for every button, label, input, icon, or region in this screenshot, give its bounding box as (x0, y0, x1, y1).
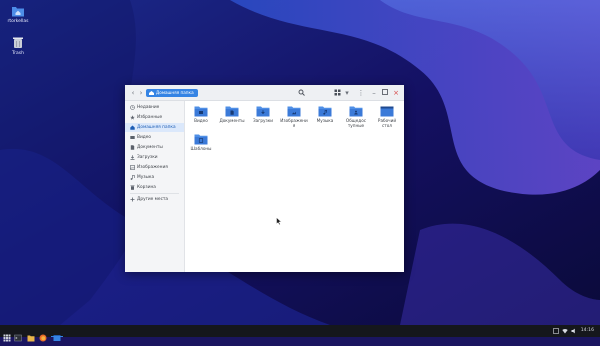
folder-label: Музыка (316, 118, 334, 123)
desktop-icon-label: rtorkellas (7, 19, 29, 24)
video-folder-icon (194, 106, 208, 117)
folder-label: Общедоступные (345, 118, 367, 128)
folder-label: Рабочий стол (377, 118, 397, 128)
desktop-icon-trash[interactable]: Trash (0, 36, 36, 56)
sidebar-item-downloads[interactable]: Загрузки (125, 153, 184, 162)
folder-label: Изображени я (280, 118, 308, 128)
document-icon (130, 145, 135, 150)
taskbar-firefox[interactable] (39, 327, 47, 342)
breadcrumb-home[interactable]: Домашняя папка (146, 89, 198, 97)
view-options-button[interactable]: ▾ (343, 89, 351, 97)
breadcrumb-label: Домашняя папка (156, 90, 194, 95)
taskbar-window-file-manager[interactable] (53, 327, 61, 341)
folder-desktop[interactable]: Рабочий стол (372, 105, 402, 128)
sidebar-item-label: Загрузки (137, 155, 158, 160)
maximize-button[interactable] (381, 89, 389, 97)
template-folder-icon (194, 134, 208, 145)
desktop-icon-home[interactable]: rtorkellas (0, 4, 36, 24)
files-icon (27, 335, 35, 342)
sidebar-item-label: Музыка (137, 175, 155, 180)
app-menu-button[interactable] (3, 327, 11, 342)
image-folder-icon (287, 106, 301, 117)
folder-label: Видео (194, 118, 208, 123)
folder-videos[interactable]: Видео (186, 105, 216, 123)
sidebar-item-videos[interactable]: Видео (125, 133, 184, 142)
window-titlebar[interactable]: ‹ › Домашняя папка ▾ ⋮ – × (125, 85, 404, 101)
taskbar-files[interactable] (27, 327, 35, 342)
folder-label: Шаблоны (190, 146, 212, 151)
mouse-pointer (276, 217, 282, 225)
home-icon (149, 91, 154, 95)
sidebar-item-home[interactable]: Домашняя папка (125, 123, 184, 132)
folder-pictures[interactable]: Изображени я (279, 105, 309, 128)
notification-icon[interactable] (553, 328, 559, 334)
folder-public[interactable]: Общедоступные (341, 105, 371, 128)
sidebar-item-music[interactable]: Музыка (125, 173, 184, 182)
grid-view-icon (334, 89, 340, 96)
minimize-button[interactable]: – (370, 89, 378, 97)
trash-icon (130, 185, 135, 190)
sidebar-item-label: Недавние (137, 105, 160, 110)
terminal-icon (14, 334, 22, 342)
search-icon (298, 89, 305, 96)
sidebar-item-pictures[interactable]: Изображения (125, 163, 184, 172)
view-toggle-button[interactable] (333, 89, 341, 97)
sidebar-item-favorites[interactable]: Избранные (125, 113, 184, 122)
folder-documents[interactable]: Документы (217, 105, 247, 123)
download-folder-icon (256, 106, 270, 117)
sidebar-item-label: Избранные (137, 115, 163, 120)
sidebar-item-trash[interactable]: Корзина (125, 183, 184, 192)
network-icon[interactable] (562, 328, 568, 334)
file-manager-window: ‹ › Домашняя папка ▾ ⋮ – × Недавние Избр… (125, 85, 404, 272)
music-icon (130, 175, 135, 180)
folder-downloads[interactable]: Загрузки (248, 105, 278, 123)
taskbar: 14:16 (0, 325, 600, 342)
app-grid-icon (3, 334, 11, 342)
sidebar-item-label: Корзина (137, 185, 156, 190)
sidebar-item-label: Домашняя папка (137, 125, 176, 130)
sidebar-item-label: Изображения (137, 165, 168, 170)
star-icon (130, 115, 135, 120)
home-folder-icon (12, 7, 24, 17)
sidebar-item-recent[interactable]: Недавние (125, 103, 184, 112)
document-folder-icon (225, 106, 239, 117)
sidebar-item-label: Документы (137, 145, 163, 150)
trash-icon (13, 37, 23, 48)
video-icon (130, 136, 135, 139)
places-sidebar: Недавние Избранные Домашняя папка Видео … (125, 101, 185, 272)
volume-icon[interactable] (571, 328, 577, 334)
folder-label: Документы (219, 118, 245, 123)
desktop-folder-icon (380, 106, 394, 117)
sidebar-item-label: Другие места (137, 197, 169, 202)
share-folder-icon (349, 106, 363, 117)
desktop-icon-label: Trash (12, 51, 24, 56)
folder-templates[interactable]: Шаблоны (186, 133, 216, 151)
folder-label: Загрузки (252, 118, 274, 123)
image-icon (130, 165, 135, 170)
back-button[interactable]: ‹ (129, 89, 137, 97)
forward-button[interactable]: › (137, 89, 145, 97)
taskbar-terminal[interactable] (14, 327, 22, 342)
menu-button[interactable]: ⋮ (357, 89, 365, 97)
plus-icon (130, 197, 135, 202)
sidebar-item-label: Видео (137, 135, 151, 140)
close-button[interactable]: × (392, 89, 400, 97)
taskbar-clock[interactable]: 14:16 (581, 327, 594, 335)
music-folder-icon (318, 106, 332, 117)
home-icon (130, 125, 135, 130)
folder-music[interactable]: Музыка (310, 105, 340, 123)
firefox-icon (39, 334, 47, 342)
sidebar-item-documents[interactable]: Документы (125, 143, 184, 152)
search-button[interactable] (297, 89, 305, 97)
maximize-icon (382, 89, 388, 95)
sidebar-item-other-locations[interactable]: Другие места (125, 195, 184, 204)
sidebar-divider (130, 193, 179, 194)
download-icon (130, 155, 135, 160)
clock-icon (130, 105, 135, 110)
